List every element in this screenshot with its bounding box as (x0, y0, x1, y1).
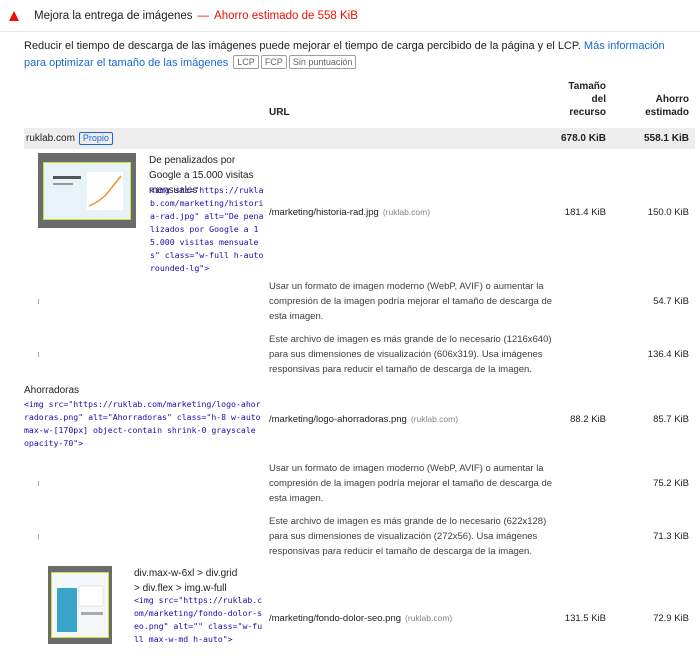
resource-host: (ruklab.com) (410, 413, 459, 424)
subitem-description: Usar un formato de imagen moderno (WebP,… (269, 463, 553, 504)
resource-savings: 150.0 KiB (647, 206, 689, 218)
fcp-badge: FCP (260, 55, 287, 69)
thumbnail-preview-icon (43, 161, 131, 220)
subitem-savings: 136.4 KiB (647, 349, 689, 360)
subitem-marker (38, 534, 39, 539)
audit-separator: — (197, 9, 210, 22)
lcp-badge: LCP (233, 55, 259, 69)
image-thumbnail[interactable] (38, 153, 136, 228)
first-party-badge: Propio (78, 132, 113, 145)
size-column-header: Tamaño del recurso (568, 81, 606, 118)
subitem-savings: 71.3 KiB (653, 531, 689, 542)
resource-savings: 85.7 KiB (653, 413, 689, 425)
subitem-marker (38, 299, 39, 304)
savings-column-header: Ahorro estimado (645, 94, 689, 118)
subitem-savings: 75.2 KiB (653, 478, 689, 489)
subitem-row: Usar un formato de imagen moderno (WebP,… (24, 457, 695, 510)
entity-savings: 558.1 KiB (612, 128, 695, 149)
resource-url[interactable]: /marketing/historia-rad.jpg (269, 207, 379, 218)
subitem-row: Este archivo de imagen es más grande de … (24, 328, 695, 381)
resource-size: 181.4 KiB (564, 206, 606, 218)
unscored-badge: Sin puntuación (288, 55, 357, 69)
image-thumbnail[interactable] (48, 566, 112, 644)
resource-url[interactable]: /marketing/logo-ahorradoras.png (269, 414, 407, 425)
entity-size: 678.0 KiB (560, 128, 612, 149)
entity-name: ruklab.com (26, 133, 75, 144)
audit-description: Reducir el tiempo de descarga de las imá… (0, 32, 700, 72)
audit-title: Mejora la entrega de imágenes (34, 9, 193, 22)
node-snippet: <img src="https://ruklab.com/marketing/l… (24, 399, 261, 448)
warning-triangle-icon (9, 10, 19, 21)
subitem-description: Usar un formato de imagen moderno (WebP,… (269, 281, 553, 322)
table-row[interactable]: De penalizados por Google a 15.000 visit… (24, 149, 695, 275)
subitem-savings: 54.7 KiB (653, 296, 689, 307)
thumbnail-preview-icon (51, 572, 109, 638)
subitem-description: Este archivo de imagen es más grande de … (269, 334, 552, 375)
table-row[interactable]: div.max-w-6xl > div.grid > div.flex > im… (24, 563, 695, 662)
subitem-row: Este archivo de imagen es más grande de … (24, 510, 695, 563)
audit-header[interactable]: Mejora la entrega de imágenes — Ahorro e… (0, 0, 700, 32)
resource-host: (ruklab.com) (382, 206, 431, 217)
url-column-header: URL (269, 107, 290, 118)
audit-savings: Ahorro estimado de 558 KiB (214, 9, 358, 22)
subitem-row: Usar un formato de imagen moderno (WebP,… (24, 275, 695, 328)
resources-table: URL Tamaño del recurso Ahorro estimado r… (24, 80, 695, 662)
resource-url[interactable]: /marketing/fondo-dolor-seo.png (269, 613, 401, 624)
entity-row[interactable]: ruklab.com Propio 678.0 KiB 558.1 KiB (24, 128, 695, 149)
subitem-marker (38, 352, 39, 357)
resource-savings: 72.9 KiB (653, 612, 689, 624)
resource-size: 88.2 KiB (570, 413, 606, 425)
table-row[interactable]: Ahorradoras <img src="https://ruklab.com… (24, 381, 695, 457)
node-label: Ahorradoras (24, 385, 80, 396)
resource-host: (ruklab.com) (405, 612, 453, 623)
node-column-header (24, 80, 265, 128)
description-text: Reducir el tiempo de descarga de las imá… (24, 40, 584, 52)
node-label: div.max-w-6xl > div.grid > div.flex > im… (134, 568, 238, 594)
subitem-description: Este archivo de imagen es más grande de … (269, 516, 547, 557)
subitem-marker (38, 481, 39, 486)
resource-size: 131.5 KiB (564, 612, 606, 624)
